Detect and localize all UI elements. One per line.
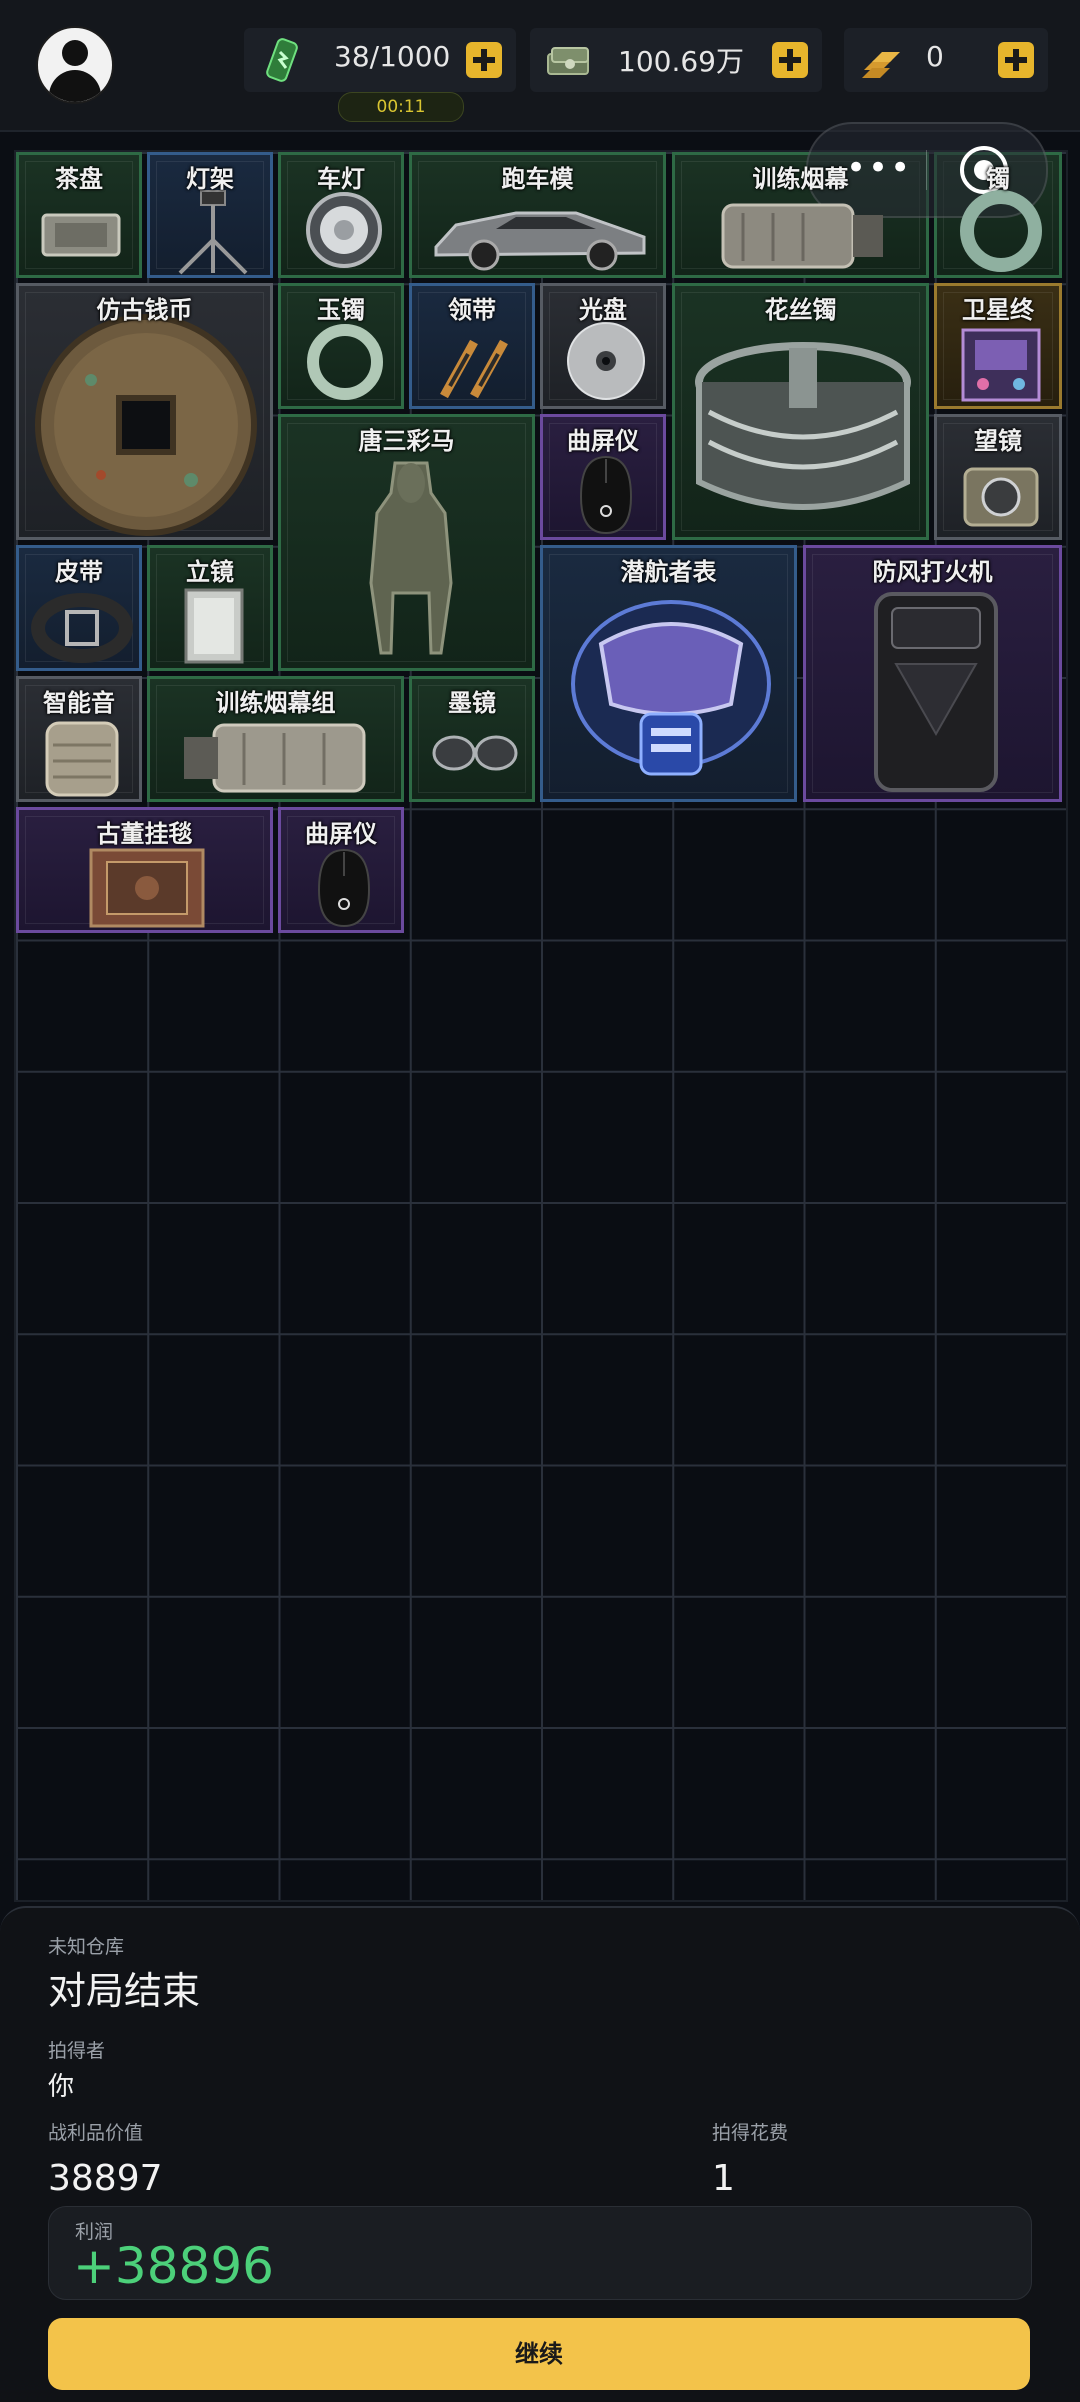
- gold-value: 0: [926, 40, 944, 73]
- mouse-icon: [317, 848, 371, 928]
- filigree-bracelet-icon: [695, 342, 911, 510]
- item-label: 古董挂毯: [96, 820, 193, 848]
- energy-value: 38/1000: [334, 40, 451, 73]
- tang-horse-icon: [369, 461, 453, 655]
- add-gold-button[interactable]: [998, 42, 1034, 78]
- item-label: 领带: [448, 296, 496, 324]
- top-bar: 38/1000 100.69万 0 00:11: [0, 0, 1080, 132]
- result-title: 对局结束: [48, 1969, 201, 2013]
- item-antique-tapestry[interactable]: 古董挂毯: [16, 807, 273, 933]
- item-label: 玉镯: [317, 296, 365, 324]
- item-tie[interactable]: 领带: [409, 283, 535, 409]
- profit-box: 利润 +38896: [48, 2206, 1032, 2300]
- loot-value: 38897: [48, 2158, 163, 2199]
- add-energy-button[interactable]: [466, 42, 502, 78]
- tapestry-icon: [89, 848, 205, 928]
- item-disc[interactable]: 光盘: [540, 283, 666, 409]
- item-submariner-watch[interactable]: 潜航者表: [540, 545, 797, 802]
- item-jade-bracelet[interactable]: 玉镯: [278, 283, 404, 409]
- item-smart-speaker[interactable]: 智能音: [16, 676, 142, 802]
- winner-value: 你: [48, 2072, 75, 2102]
- item-label: 潜航者表: [620, 558, 717, 586]
- cost-value: 1: [712, 2158, 735, 2199]
- item-label: 卫星终: [962, 296, 1034, 324]
- item-label: 墨镜: [448, 689, 496, 717]
- diving-mask-icon: [571, 600, 771, 776]
- car-model-icon: [434, 211, 646, 271]
- smoke-grenade-icon: [184, 723, 366, 793]
- profit-value: +38896: [73, 2237, 274, 2295]
- item-smoke-grenade[interactable]: 训练烟幕: [672, 152, 929, 278]
- jade-bracelet-icon: [960, 190, 1042, 272]
- item-label: 灯架: [186, 165, 234, 193]
- ancient-coin-icon: [35, 314, 257, 536]
- item-label: 防风打火机: [872, 558, 993, 586]
- item-ancient-coin[interactable]: 仿古钱币: [16, 283, 273, 540]
- item-label: 曲屏仪: [305, 820, 377, 848]
- cost-label: 拍得花费: [712, 2122, 789, 2144]
- item-label: 车灯: [317, 165, 365, 193]
- item-scope[interactable]: 望镜: [934, 414, 1062, 540]
- match-timer: 00:11: [338, 92, 464, 122]
- item-label: 智能音: [43, 689, 115, 717]
- item-light-stand[interactable]: 灯架: [147, 152, 273, 278]
- money-resource: 100.69万: [530, 28, 822, 92]
- item-label: 唐三彩马: [358, 427, 455, 455]
- item-label: 皮带: [55, 558, 103, 586]
- item-tang-horse[interactable]: 唐三彩马: [278, 414, 535, 671]
- warehouse-label: 未知仓库: [48, 1936, 125, 1958]
- result-panel: 未知仓库 对局结束 拍得者 你 战利品价值 38897 拍得花费 1 利润 +3…: [0, 1906, 1080, 2402]
- inventory-grid: 茶盘 灯架 车灯 跑车模 训练烟幕 镯 仿古钱币 玉镯 领带 光盘 花丝镯 卫星…: [14, 150, 1068, 1902]
- winner-label: 拍得者: [48, 2040, 106, 2062]
- item-label: 花丝镯: [764, 296, 837, 324]
- gold-bars-icon: [862, 52, 900, 78]
- item-label: 训练烟幕: [752, 165, 849, 193]
- item-curved-screen-2[interactable]: 曲屏仪: [278, 807, 404, 933]
- item-windproof-lighter[interactable]: 防风打火机: [803, 545, 1062, 802]
- belt-icon: [31, 593, 133, 663]
- scope-icon: [963, 467, 1039, 527]
- item-label: 光盘: [579, 296, 627, 324]
- energy-drink-icon: [266, 38, 298, 82]
- item-label: 跑车模: [501, 165, 574, 193]
- tie-icon: [440, 339, 508, 399]
- jade-bracelet-icon: [307, 324, 383, 400]
- item-belt[interactable]: 皮带: [16, 545, 142, 671]
- sunglasses-icon: [432, 735, 518, 771]
- tripod-icon: [178, 190, 248, 275]
- item-label: 镯: [986, 165, 1010, 193]
- add-money-button[interactable]: [772, 42, 808, 78]
- item-label: 曲屏仪: [567, 427, 639, 455]
- item-sports-car-model[interactable]: 跑车模: [409, 152, 666, 278]
- item-label: 仿古钱币: [96, 296, 193, 324]
- car-light-icon: [306, 192, 382, 268]
- mirror-icon: [184, 588, 244, 664]
- speaker-icon: [45, 721, 119, 797]
- item-filigree-bracelet[interactable]: 花丝镯: [672, 283, 929, 540]
- mouse-icon: [579, 455, 633, 535]
- item-label: 训练烟幕组: [215, 689, 336, 717]
- item-label: 茶盘: [55, 165, 103, 193]
- item-label: 立镜: [186, 558, 234, 586]
- loot-value-label: 战利品价值: [48, 2122, 144, 2144]
- continue-button[interactable]: 继续: [48, 2318, 1030, 2390]
- item-label: 望镜: [974, 427, 1022, 455]
- item-curved-screen[interactable]: 曲屏仪: [540, 414, 666, 540]
- item-car-light[interactable]: 车灯: [278, 152, 404, 278]
- item-tea-tray[interactable]: 茶盘: [16, 152, 142, 278]
- item-smoke-grenade-set[interactable]: 训练烟幕组: [147, 676, 404, 802]
- cash-stack-icon: [547, 47, 589, 75]
- lighter-icon: [874, 592, 998, 792]
- gold-resource: 0: [844, 28, 1048, 92]
- tea-tray-icon: [41, 213, 121, 257]
- smoke-grenade-icon: [721, 203, 883, 269]
- satellite-terminal-icon: [961, 328, 1041, 402]
- item-standing-mirror[interactable]: 立镜: [147, 545, 273, 671]
- money-value: 100.69万: [618, 45, 744, 78]
- energy-resource: 38/1000: [244, 28, 516, 92]
- item-satellite-terminal[interactable]: 卫星终: [934, 283, 1062, 409]
- avatar[interactable]: [36, 26, 114, 104]
- disc-icon: [567, 322, 645, 400]
- item-sunglasses[interactable]: 墨镜: [409, 676, 535, 802]
